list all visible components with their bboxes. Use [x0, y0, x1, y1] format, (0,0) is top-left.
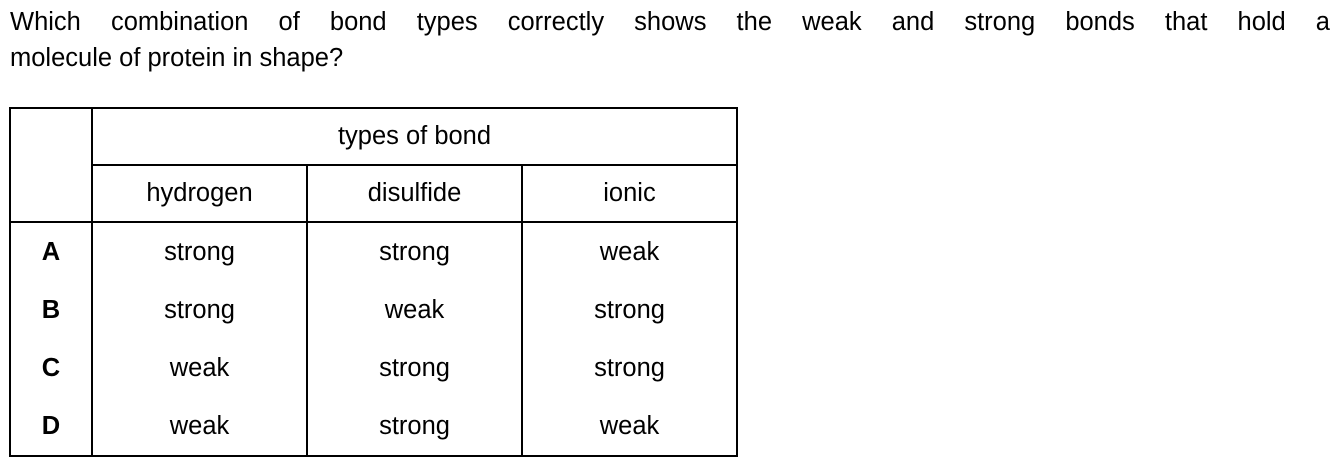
table-cell: strong — [306, 339, 522, 397]
option-letter-a: A — [41, 237, 61, 266]
table-cell: strong — [521, 339, 737, 397]
question-text: Which combination of bond types correctl… — [10, 4, 1330, 76]
table-cell: strong — [91, 222, 307, 281]
table-cell: strong — [91, 281, 307, 339]
table-cell: weak — [91, 397, 307, 456]
option-letter-b: B — [41, 295, 61, 324]
question-line-2: molecule of protein in shape? — [10, 44, 344, 72]
table-header-row-columns: hydrogen disulfide ionic — [10, 165, 737, 223]
question-line-1: Which combination of bond types correctl… — [10, 8, 1330, 36]
table-cell: weak — [306, 281, 522, 339]
table-cell: strong — [306, 222, 522, 281]
table-cell: strong — [306, 397, 522, 456]
table-cell: weak — [521, 222, 737, 281]
table-row: C weak strong strong — [10, 339, 737, 397]
answer-options-table: types of bond hydrogen disulfide ionic A… — [9, 107, 738, 457]
column-header-ionic: ionic — [521, 165, 737, 223]
table-header-row-group: types of bond — [10, 108, 737, 223]
option-letter-d: D — [41, 411, 61, 440]
table-cell: weak — [91, 339, 307, 397]
types-of-bond-header: types of bond — [91, 108, 737, 166]
table-cell: weak — [521, 397, 737, 456]
column-header-disulfide: disulfide — [306, 165, 522, 223]
option-letter-c: C — [41, 353, 61, 382]
table-row: D weak strong weak — [10, 397, 737, 456]
table-corner-cell — [10, 108, 92, 223]
table-row: B strong weak strong — [10, 281, 737, 339]
column-header-hydrogen: hydrogen — [91, 165, 307, 223]
table-row: A strong strong weak — [10, 222, 737, 281]
table-cell: strong — [521, 281, 737, 339]
